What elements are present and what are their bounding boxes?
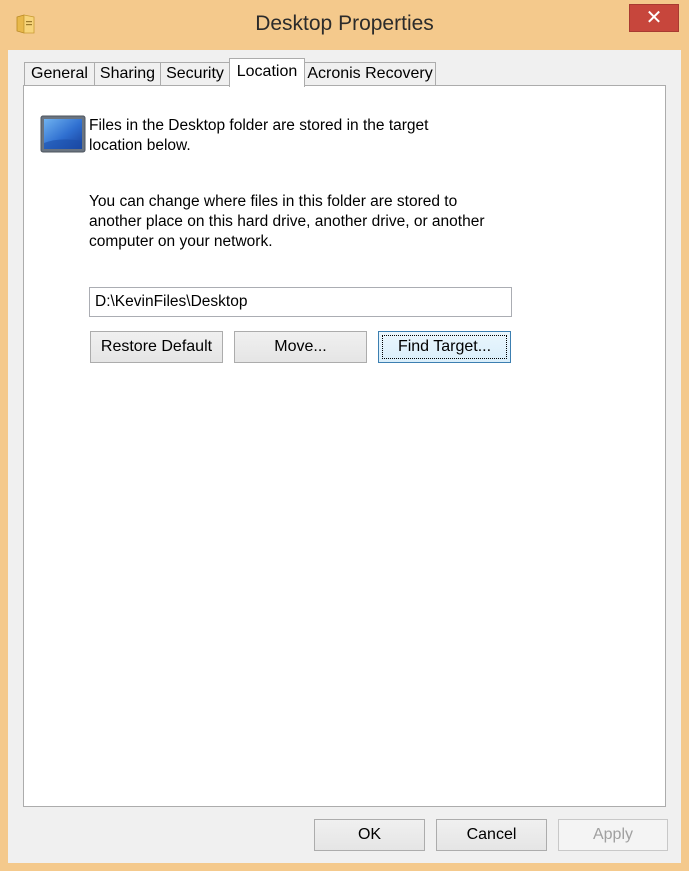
title-bar[interactable]: Desktop Properties ✕ [0,0,689,50]
tab-sharing[interactable]: Sharing [94,62,161,86]
tab-acronis-recovery[interactable]: Acronis Recovery [304,62,436,86]
find-target-label: Find Target... [397,338,492,355]
tab-label: Sharing [99,65,156,82]
close-button[interactable]: ✕ [629,4,679,32]
ok-button[interactable]: OK [314,819,425,851]
cancel-button[interactable]: Cancel [436,819,547,851]
tab-general[interactable]: General [24,62,95,86]
window-title: Desktop Properties [255,12,434,35]
properties-window: Desktop Properties ✕ General Sharing Sec… [0,0,689,871]
close-icon: ✕ [645,7,663,29]
apply-label: Apply [592,826,634,843]
restore-default-button[interactable]: Restore Default [90,331,223,363]
move-button[interactable]: Move... [234,331,367,363]
restore-default-label: Restore Default [100,338,213,355]
target-path-input[interactable] [89,287,512,317]
apply-button[interactable]: Apply [558,819,668,851]
tab-security[interactable]: Security [160,62,230,86]
tab-label: Security [166,65,224,82]
desktop-folder-icon [40,115,86,153]
location-explanation: You can change where files in this folde… [89,193,485,250]
ok-label: OK [357,826,382,843]
location-description: Files in the Desktop folder are stored i… [89,117,429,154]
find-target-button[interactable]: Find Target... [378,331,511,363]
tab-location[interactable]: Location [229,58,305,87]
tab-label: General [31,65,88,82]
tab-label: Acronis Recovery [307,65,433,82]
move-label: Move... [274,338,327,355]
location-tab-panel: Files in the Desktop folder are stored i… [23,85,666,807]
cancel-label: Cancel [466,826,517,843]
tab-label: Location [236,63,298,80]
dialog-client-area: General Sharing Security Location Acroni… [8,50,681,863]
